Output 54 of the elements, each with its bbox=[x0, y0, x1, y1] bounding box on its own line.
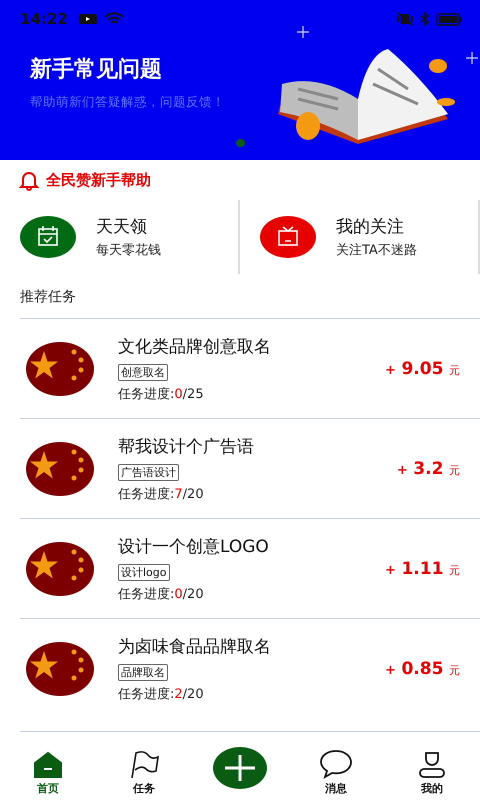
flag-picture-icon bbox=[26, 542, 94, 596]
shortcut-card[interactable]: 天天领 每天零花钱 bbox=[0, 200, 240, 274]
sparkle-icon bbox=[466, 52, 478, 64]
flag-picture-icon bbox=[26, 342, 94, 396]
task-count-text: 任务进度:7/20 bbox=[118, 486, 204, 502]
nav-tab[interactable]: 首页 bbox=[0, 751, 96, 796]
shortcut-subtitle: 每天零花钱 bbox=[96, 242, 161, 259]
task-tag: 广告语设计 bbox=[118, 464, 179, 480]
chat-icon bbox=[319, 749, 353, 779]
task-count-text: 任务进度:0/20 bbox=[118, 586, 204, 602]
nav-tab[interactable]: 我的 bbox=[384, 749, 480, 796]
task-tag: 设计logo bbox=[118, 564, 170, 580]
banner[interactable]: 14:22 新手常见问题 帮助萌新们答疑解惑，问题反馈！ bbox=[0, 0, 480, 160]
task-tag: 品牌取名 bbox=[118, 664, 168, 680]
nav-tab[interactable]: 消息 bbox=[288, 749, 384, 796]
carousel-dot[interactable] bbox=[236, 139, 244, 147]
banner-subtitle: 帮助萌新们答疑解惑，问题反馈！ bbox=[30, 94, 226, 111]
battery-icon bbox=[436, 12, 462, 26]
shortcut-subtitle: 关注TA不迷路 bbox=[336, 242, 417, 259]
task-title: 文化类品牌创意取名 bbox=[118, 336, 271, 358]
vibrate-icon bbox=[396, 12, 414, 26]
flag-icon bbox=[128, 751, 160, 779]
bell-icon bbox=[18, 169, 40, 191]
wifi-icon bbox=[104, 12, 124, 26]
video-icon bbox=[78, 13, 98, 25]
home-icon bbox=[33, 751, 63, 779]
task-reward: + 3.2 元 bbox=[396, 458, 460, 478]
task-title: 设计一个创意LOGO bbox=[118, 536, 269, 558]
task-reward: + 0.85 元 bbox=[384, 658, 460, 678]
user-icon bbox=[417, 749, 447, 779]
task-title: 为卤味食品品牌取名 bbox=[118, 636, 271, 658]
task-count-text: 任务进度:0/25 bbox=[118, 386, 204, 402]
task-reward: + 9.05 元 bbox=[384, 358, 460, 378]
shortcut-card[interactable]: 我的关注 关注TA不迷路 bbox=[240, 200, 480, 274]
sparkle-icon bbox=[297, 26, 309, 38]
banner-title: 新手常见问题 bbox=[30, 56, 163, 84]
shortcut-title: 天天领 bbox=[96, 216, 148, 238]
task-row[interactable]: 帮我设计个广告语 广告语设计 任务进度:7/20 + 3.2 元 bbox=[20, 418, 480, 518]
section-title: 推荐任务 bbox=[19, 288, 77, 307]
nav-tab[interactable]: 任务 bbox=[96, 751, 192, 796]
task-reward: + 1.11 元 bbox=[384, 558, 460, 578]
flag-picture-icon bbox=[26, 442, 94, 496]
flag-picture-icon bbox=[26, 642, 94, 696]
task-count-text: 任务进度:2/20 bbox=[118, 686, 204, 702]
task-title: 帮我设计个广告语 bbox=[118, 436, 254, 458]
shortcut-title: 我的关注 bbox=[336, 216, 405, 238]
task-row[interactable]: 设计一个创意LOGO 设计logo 任务进度:0/20 + 1.11 元 bbox=[20, 518, 480, 618]
task-row[interactable]: 为卤味食品品牌取名 品牌取名 任务进度:2/20 + 0.85 元 bbox=[20, 618, 480, 718]
notice-text: 全民赞新手帮助 bbox=[46, 170, 151, 190]
task-tag: 创意取名 bbox=[118, 364, 168, 380]
plus-icon bbox=[213, 747, 267, 789]
status-time: 14:22 bbox=[20, 10, 68, 28]
bluetooth-icon bbox=[420, 12, 430, 26]
task-row[interactable]: 文化类品牌创意取名 创意取名 任务进度:0/25 + 9.05 元 bbox=[20, 318, 480, 418]
